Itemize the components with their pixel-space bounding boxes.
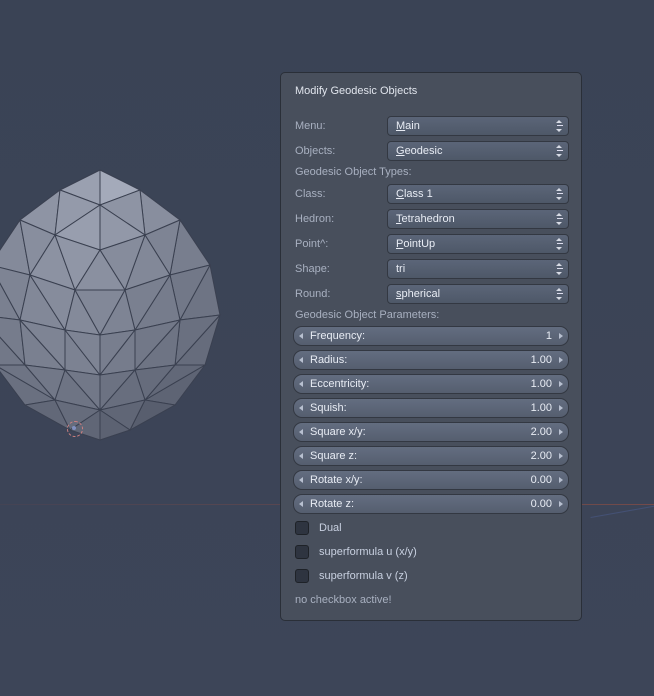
slider-value: 1 — [546, 330, 552, 342]
slider-value: 1.00 — [531, 354, 552, 366]
slider-value: 1.00 — [531, 378, 552, 390]
slider-value: 0.00 — [531, 474, 552, 486]
label-class: Class: — [293, 188, 387, 200]
label-objects: Objects: — [293, 145, 387, 157]
dropdown-round[interactable]: spherical — [387, 284, 569, 304]
slider-label: Square x/y: — [310, 426, 366, 438]
slider-label: Eccentricity: — [310, 378, 369, 390]
label-point: Point^: — [293, 238, 387, 250]
axis-z-line — [591, 503, 654, 518]
dropdown-class[interactable]: Class 1 — [387, 184, 569, 204]
slider-square-xy[interactable]: Square x/y: 2.00 — [293, 422, 569, 442]
slider-label: Rotate z: — [310, 498, 354, 510]
label-shape: Shape: — [293, 263, 387, 275]
slider-value: 0.00 — [531, 498, 552, 510]
operator-panel: Modify Geodesic Objects Menu: Main Objec… — [280, 72, 582, 621]
checkbox-dual-label: Dual — [319, 522, 342, 534]
slider-label: Radius: — [310, 354, 347, 366]
slider-radius[interactable]: Radius: 1.00 — [293, 350, 569, 370]
label-round: Round: — [293, 288, 387, 300]
dropdown-shape[interactable]: tri — [387, 259, 569, 279]
status-text: no checkbox active! — [293, 594, 569, 606]
geodesic-mesh[interactable] — [0, 150, 250, 450]
slider-value: 2.00 — [531, 426, 552, 438]
label-menu: Menu: — [293, 120, 387, 132]
slider-rotate-z[interactable]: Rotate z: 0.00 — [293, 494, 569, 514]
slider-label: Square z: — [310, 450, 357, 462]
slider-label: Rotate x/y: — [310, 474, 363, 486]
checkbox-superformula-v-label: superformula v (z) — [319, 570, 408, 582]
checkbox-superformula-v[interactable] — [295, 569, 309, 583]
dropdown-hedron[interactable]: Tetrahedron — [387, 209, 569, 229]
slider-eccentricity[interactable]: Eccentricity: 1.00 — [293, 374, 569, 394]
cursor-3d-icon — [64, 418, 84, 438]
dropdown-objects[interactable]: Geodesic — [387, 141, 569, 161]
section-types: Geodesic Object Types: — [295, 166, 569, 178]
slider-rotate-xy[interactable]: Rotate x/y: 0.00 — [293, 470, 569, 490]
checkbox-superformula-u-label: superformula u (x/y) — [319, 546, 417, 558]
slider-square-z[interactable]: Square z: 2.00 — [293, 446, 569, 466]
section-params: Geodesic Object Parameters: — [295, 309, 569, 321]
checkbox-dual[interactable] — [295, 521, 309, 535]
slider-squish[interactable]: Squish: 1.00 — [293, 398, 569, 418]
slider-value: 2.00 — [531, 450, 552, 462]
slider-label: Frequency: — [310, 330, 365, 342]
dropdown-menu[interactable]: Main — [387, 116, 569, 136]
label-hedron: Hedron: — [293, 213, 387, 225]
panel-title: Modify Geodesic Objects — [293, 85, 569, 97]
slider-value: 1.00 — [531, 402, 552, 414]
slider-label: Squish: — [310, 402, 347, 414]
slider-frequency[interactable]: Frequency: 1 — [293, 326, 569, 346]
checkbox-superformula-u[interactable] — [295, 545, 309, 559]
dropdown-point[interactable]: PointUp — [387, 234, 569, 254]
